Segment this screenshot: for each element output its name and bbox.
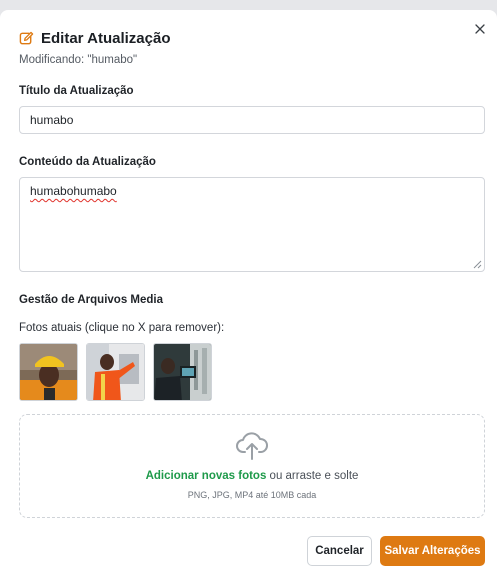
media-section-label: Gestão de Arquivos Media — [19, 294, 163, 306]
photo-thumbnail[interactable] — [19, 343, 78, 401]
title-input[interactable] — [19, 106, 485, 134]
content-text: humabohumabo — [30, 184, 117, 198]
content-textarea[interactable]: humabohumabo — [19, 177, 485, 272]
content-field-label: Conteúdo da Atualização — [19, 156, 156, 168]
cloud-upload-icon — [235, 431, 269, 466]
edit-icon — [19, 31, 34, 46]
add-photos-link[interactable]: Adicionar novas fotos — [146, 470, 267, 482]
title-field-label: Título da Atualização — [19, 85, 134, 97]
save-changes-button[interactable]: Salvar Alterações — [380, 536, 485, 566]
photo-thumbnail[interactable] — [153, 343, 212, 401]
upload-hint: PNG, JPG, MP4 até 10MB cada — [187, 490, 317, 500]
photo-thumbnails — [19, 343, 212, 401]
drag-drop-text: ou arraste e solte — [266, 470, 359, 482]
modal-subtitle: Modificando: "humabo" — [19, 54, 138, 66]
close-icon[interactable] — [471, 20, 489, 38]
modal-title: Editar Atualização — [41, 30, 171, 47]
resize-grip-icon[interactable] — [473, 260, 482, 269]
edit-update-modal: Editar Atualização Modificando: "humabo"… — [0, 10, 497, 579]
cancel-button[interactable]: Cancelar — [307, 536, 372, 566]
modal-header: Editar Atualização Modificando: "humabo" — [19, 30, 457, 66]
current-photos-label: Fotos atuais (clique no X para remover): — [19, 322, 225, 334]
photo-thumbnail[interactable] — [86, 343, 145, 401]
upload-instructions: Adicionar novas fotos ou arraste e solte — [146, 470, 359, 482]
upload-dropzone[interactable]: Adicionar novas fotos ou arraste e solte… — [19, 414, 485, 518]
